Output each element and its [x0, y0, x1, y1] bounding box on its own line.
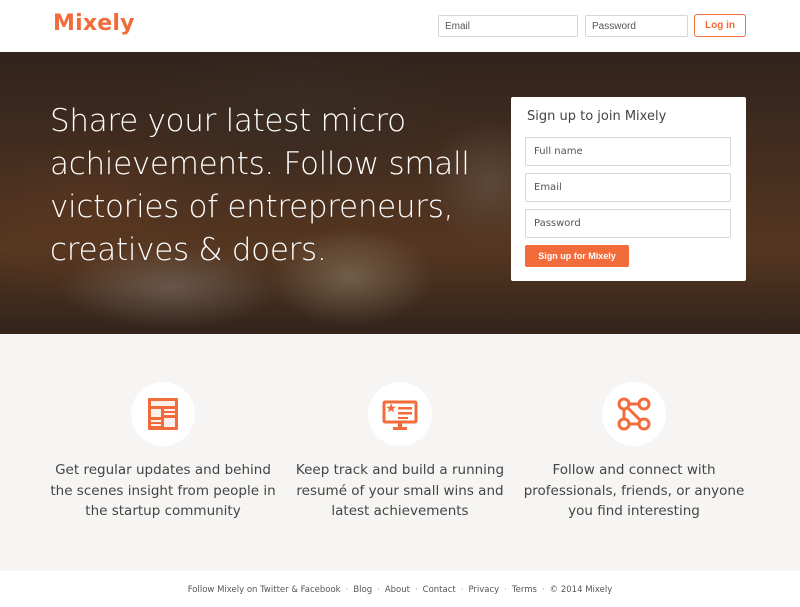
- footer-separator: ·: [345, 585, 349, 595]
- hero-headline: Share your latest micro achievements. Fo…: [50, 103, 470, 268]
- news-feed-icon: [148, 398, 178, 430]
- signup-title: Sign up to join Mixely: [527, 109, 667, 124]
- feature-description: Keep track and build a running resumé of…: [295, 462, 505, 519]
- feature-item: Get regular updates and behind the scene…: [43, 382, 283, 522]
- header-email-input[interactable]: [438, 15, 578, 37]
- connections-icon: [617, 397, 651, 431]
- achievement-screen-icon: [382, 400, 418, 430]
- footer-separator: ·: [460, 585, 464, 595]
- hero-section: Share your latest micro achievements. Fo…: [0, 52, 800, 334]
- footer-blog-link[interactable]: Blog: [353, 585, 372, 595]
- footer-contact-link[interactable]: Contact: [423, 585, 456, 595]
- footer-privacy-link[interactable]: Privacy: [468, 585, 499, 595]
- fullname-field[interactable]: [525, 137, 731, 166]
- footer-separator: ·: [504, 585, 507, 595]
- feature-item: Keep track and build a running resumé of…: [280, 382, 520, 522]
- footer-copyright: © 2014 Mixely: [549, 585, 613, 595]
- footer: Follow Mixely on Twitter & Facebook · Blog…: [0, 571, 800, 607]
- feature-item: Follow and connect with professionals, f…: [514, 382, 754, 522]
- footer-separator: ·: [541, 585, 545, 595]
- feature-icon-circle: [131, 382, 195, 446]
- feature-icon-circle: [368, 382, 432, 446]
- header-password-input[interactable]: [585, 15, 688, 37]
- footer-social-link[interactable]: Follow Mixely on Twitter & Facebook: [188, 585, 341, 595]
- footer-terms-link[interactable]: Terms: [512, 585, 537, 595]
- top-navbar: Mixely Log in: [0, 0, 800, 52]
- feature-description: Get regular updates and behind the scene…: [50, 462, 276, 519]
- logo[interactable]: Mixely: [53, 11, 135, 36]
- feature-icon-circle: [602, 382, 666, 446]
- footer-separator: ·: [377, 585, 380, 595]
- signup-password-field[interactable]: [525, 209, 731, 238]
- login-button[interactable]: Log in: [694, 14, 746, 37]
- signup-form: Sign up to join Mixely Sign up for Mixel…: [511, 97, 746, 281]
- feature-description: Follow and connect with professionals, f…: [523, 462, 745, 519]
- signup-button[interactable]: Sign up for Mixely: [525, 245, 629, 267]
- footer-separator: ·: [414, 585, 418, 595]
- features-section: Get regular updates and behind the scene…: [0, 334, 800, 571]
- signup-email-field[interactable]: [525, 173, 731, 202]
- footer-about-link[interactable]: About: [385, 585, 410, 595]
